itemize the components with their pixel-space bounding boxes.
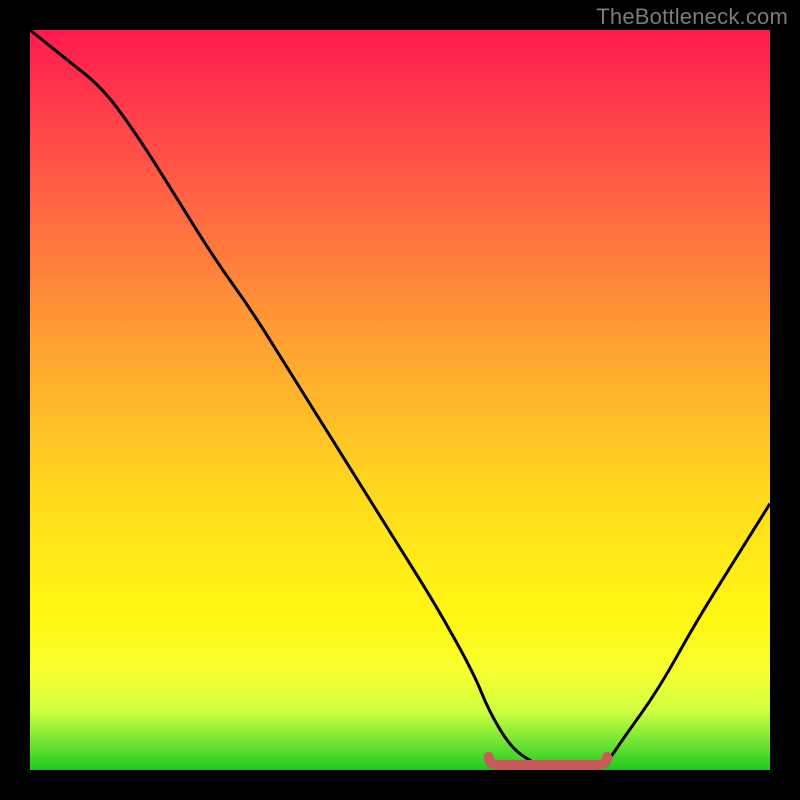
watermark-text: TheBottleneck.com (596, 4, 788, 30)
bottleneck-curve (30, 30, 770, 770)
minimum-marker (489, 757, 607, 765)
curve-path (30, 30, 770, 770)
chart-frame: TheBottleneck.com (0, 0, 800, 800)
plot-area (30, 30, 770, 770)
